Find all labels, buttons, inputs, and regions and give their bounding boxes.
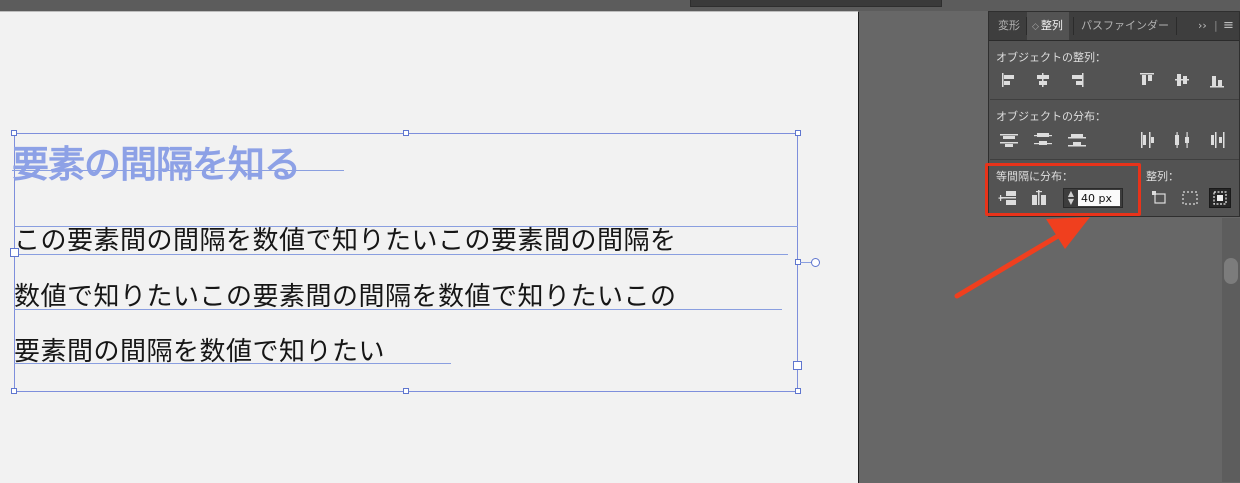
handle-top-left[interactable] [11,130,17,136]
collapse-panel-icon[interactable]: ›› [1198,12,1207,40]
top-strip [0,0,1240,11]
handle-middle-left[interactable] [10,248,19,257]
page-title[interactable]: 要素の間隔を知る [12,144,301,186]
horizontal-align-left-icon[interactable] [998,70,1020,90]
tab-align-label: 整列 [1040,19,1063,32]
align-objects-label: オブジェクトの整列： [996,51,1106,64]
tab-pathfinder-label: パスファインダー [1081,19,1169,32]
horizontal-distribute-center-icon[interactable] [1172,130,1194,150]
artboard[interactable]: 要素の間隔を知る この要素間の間隔を数値で知りたいこの要素間の間隔を 数値で知り… [0,11,859,483]
align-to-selection-icon[interactable] [1179,188,1201,208]
vertical-align-bottom-icon[interactable] [1207,70,1229,90]
text-port-handle[interactable] [811,258,820,267]
tab-separator [1073,17,1074,35]
tab-transform[interactable]: 変形 [998,12,1020,40]
horizontal-align-right-icon[interactable] [1066,70,1088,90]
text-overflow-handle[interactable] [793,361,802,370]
panel-menu-icon[interactable]: ≡ [1223,12,1234,40]
handle-top-right[interactable] [795,130,801,136]
align-to-artboard-icon[interactable] [1149,188,1171,208]
align-to-key-object-icon[interactable] [1209,188,1231,208]
vertical-distribute-center-icon[interactable] [1032,130,1054,150]
handle-bottom-left[interactable] [11,388,17,394]
body-text-line-3[interactable]: 要素間の間隔を数値で知りたい [14,337,385,367]
vertical-distribute-top-icon[interactable] [998,130,1020,150]
tab-separator [1176,17,1177,35]
horizontal-distribute-right-icon[interactable] [1207,130,1229,150]
body-text-line-1[interactable]: この要素間の間隔を数値で知りたいこの要素間の間隔を [14,226,677,256]
scrollbar-thumb[interactable] [1224,258,1238,284]
handle-bottom-right[interactable] [795,388,801,394]
panel-divider [990,159,1239,160]
vertical-distribute-bottom-icon[interactable] [1066,130,1088,150]
tab-align[interactable]: ◇ 整列 [1027,12,1069,40]
panel-divider [990,99,1239,100]
vertical-align-top-icon[interactable] [1137,70,1159,90]
panel-separator: | [1214,19,1218,32]
tab-drag-icon: ◇ [1032,22,1039,32]
horizontal-align-center-icon[interactable] [1032,70,1054,90]
vertical-scrollbar[interactable] [1222,218,1240,482]
body-text-line-2[interactable]: 数値で知りたいこの要素間の間隔を数値で知りたいこの [14,282,677,312]
distribute-objects-label: オブジェクトの分布： [996,110,1106,123]
vertical-align-center-icon[interactable] [1172,70,1194,90]
top-strip-panel [690,0,942,7]
horizontal-distribute-left-icon[interactable] [1137,130,1159,150]
handle-bottom-center[interactable] [403,388,409,394]
handle-top-center[interactable] [403,130,409,136]
distribute-spacing-highlight [985,163,1141,216]
panel-tab-bar: 変形 ◇ 整列 パスファインダー ›› | ≡ [989,12,1239,41]
align-to-label: 整列： [1146,170,1179,183]
tab-pathfinder[interactable]: パスファインダー [1081,12,1169,40]
tab-transform-label: 変形 [998,19,1020,32]
